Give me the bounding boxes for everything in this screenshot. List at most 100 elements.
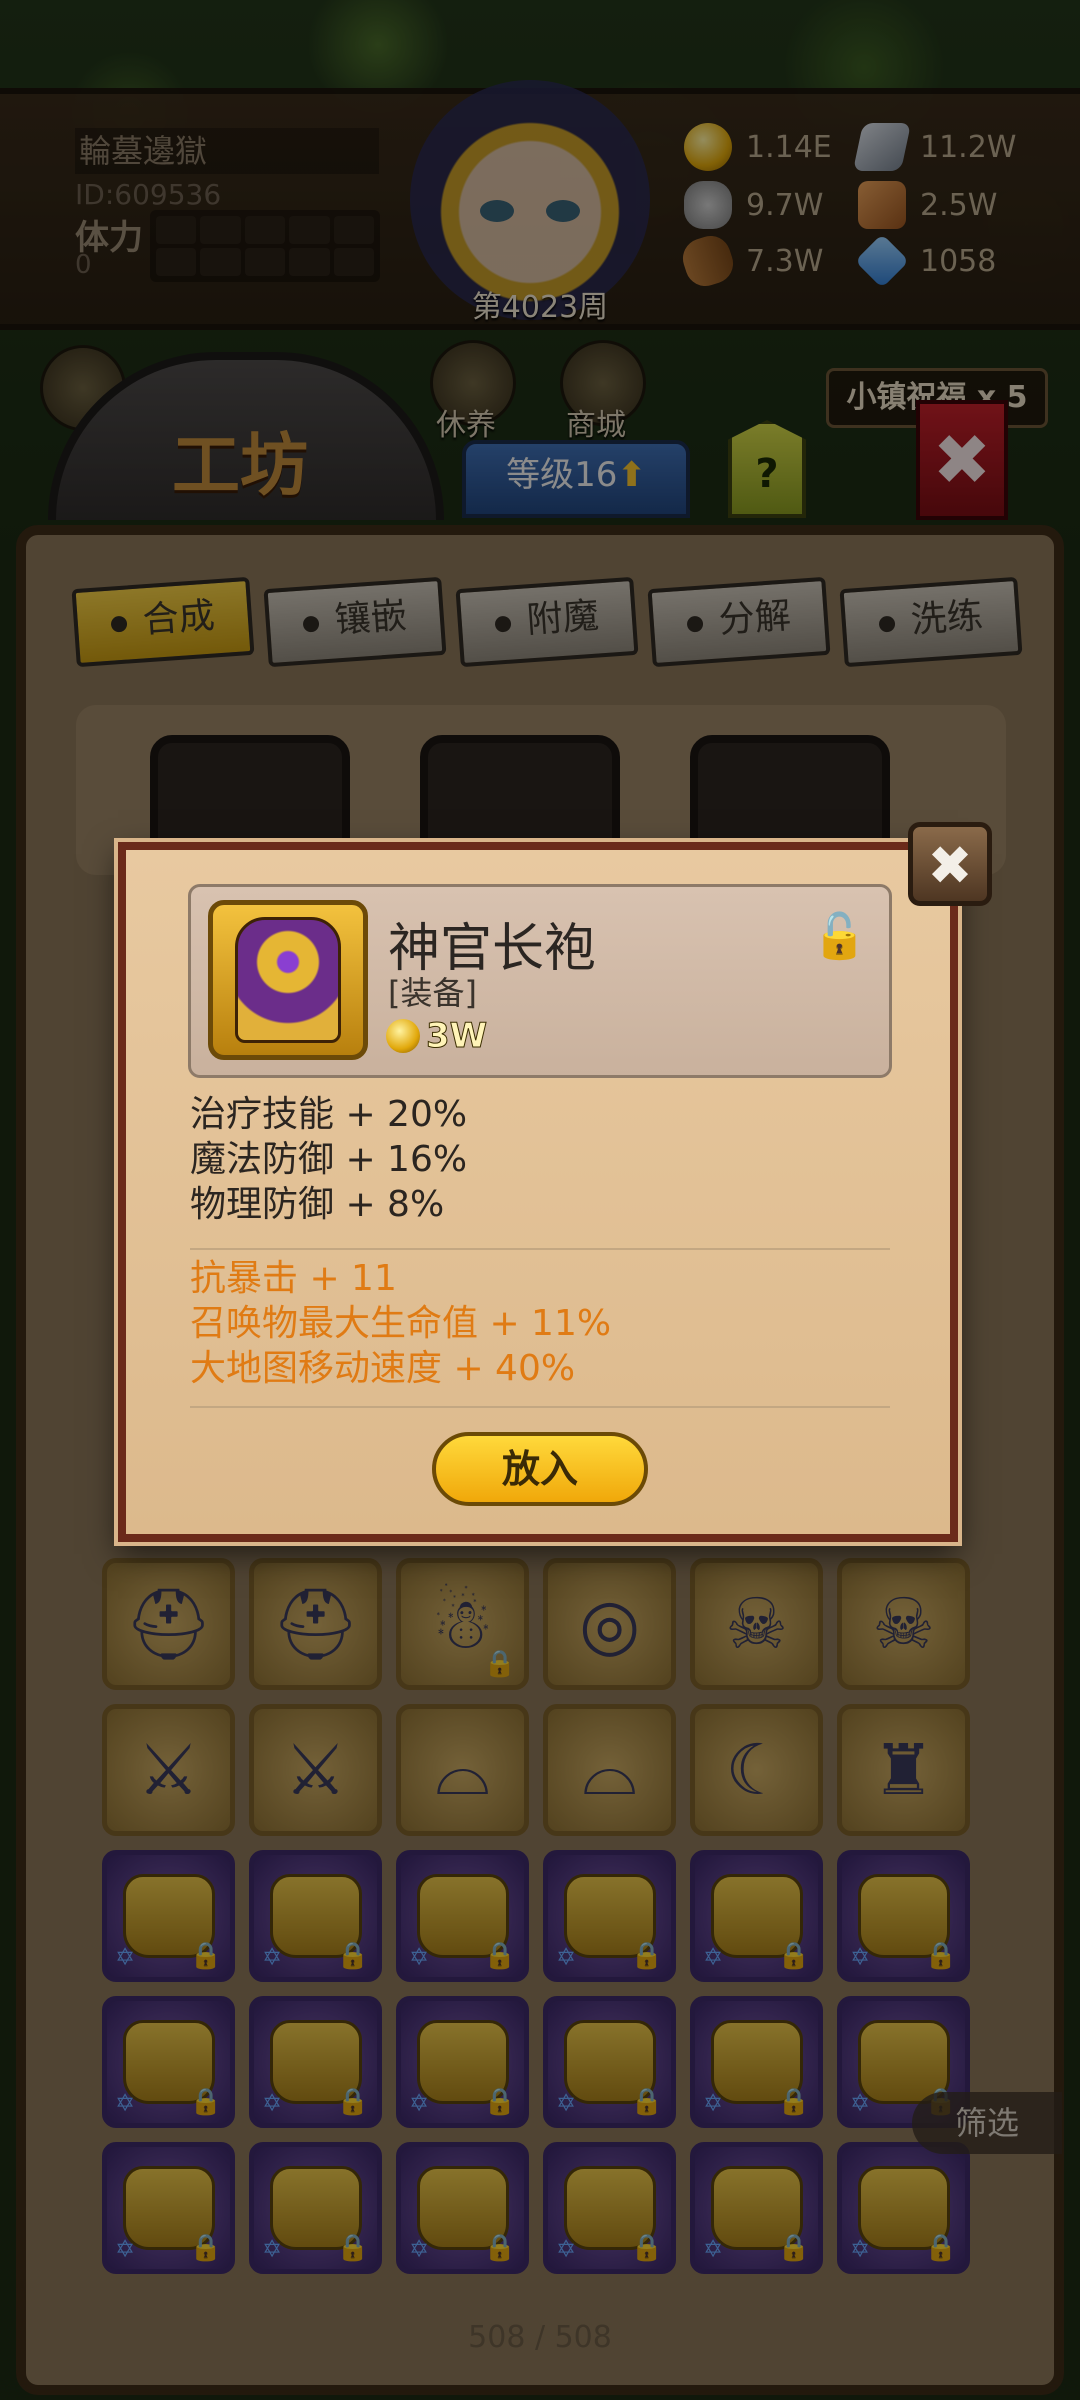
sword-icon: ⚔ (137, 1729, 200, 1811)
star-icon: ✡ (703, 2089, 724, 2117)
inventory-slot[interactable]: ⌓ (543, 1704, 676, 1836)
inventory-slot[interactable]: ✡🔒 (543, 1996, 676, 2128)
inventory-slot[interactable]: ✡🔒 (690, 1996, 823, 2128)
star-icon: ✡ (556, 2235, 577, 2263)
inventory-slot[interactable]: ⛑ (249, 1558, 382, 1690)
inventory-slot[interactable]: ✡🔒 (837, 1850, 970, 1982)
belt-icon: ⌓ (434, 1729, 491, 1811)
inventory-slot[interactable]: ✡🔒 (396, 1996, 529, 2128)
item-stats: 治疗技能 + 20% 魔法防御 + 16% 物理防御 + 8% (190, 1092, 467, 1227)
star-icon: ✡ (703, 1943, 724, 1971)
inventory-slot[interactable]: ✡🔒 (690, 1850, 823, 1982)
inventory-slot[interactable]: ✡🔒 (249, 1996, 382, 2128)
popup-close-button[interactable]: ✖ (908, 822, 992, 906)
item-price-value: 3W (425, 1016, 488, 1057)
resource-iron[interactable]: 11.2W (852, 122, 1017, 172)
star-icon: ✡ (262, 2089, 283, 2117)
inventory-slot[interactable]: ☾ (690, 1704, 823, 1836)
inventory-slot[interactable]: ✡🔒 (690, 2142, 823, 2274)
resource-crystal[interactable]: 1058 (854, 233, 997, 289)
tab-label: 分解 (717, 595, 793, 642)
star-icon: ✡ (115, 2235, 136, 2263)
tab-reforge[interactable]: 洗练 (839, 576, 1023, 668)
stone-icon (684, 181, 732, 229)
tab-enchant[interactable]: 附魔 (455, 576, 639, 668)
resource-wood-value: 7.3W (746, 243, 824, 279)
lock-icon: 🔒 (924, 1941, 957, 1971)
inventory-slot[interactable]: ✡🔒 (543, 1850, 676, 1982)
star-icon: ✡ (409, 1943, 430, 1971)
star-icon: ✡ (115, 1943, 136, 1971)
stats-divider (190, 1248, 890, 1250)
robe-icon: ♜ (872, 1729, 935, 1811)
inventory-slot[interactable]: ✡🔒 (249, 2142, 382, 2274)
put-in-button[interactable]: 放入 (432, 1432, 648, 1506)
shop-button[interactable]: 商城 (566, 400, 626, 444)
crescent-staff-icon: ☾ (725, 1729, 788, 1811)
star-icon: ✡ (409, 2235, 430, 2263)
inventory-slot[interactable]: ⌓ (396, 1704, 529, 1836)
inventory-slot[interactable]: ⚔ (249, 1704, 382, 1836)
star-icon: ✡ (115, 2089, 136, 2117)
helmet-icon: ⛑ (271, 1583, 360, 1665)
ring-icon: ◎ (578, 1583, 641, 1665)
inventory-slot[interactable]: ☠ (690, 1558, 823, 1690)
lock-icon: 🔒 (630, 1941, 663, 1971)
star-icon: ✡ (850, 2235, 871, 2263)
tab-label: 洗练 (909, 595, 985, 642)
resource-wood[interactable]: 7.3W (677, 230, 824, 292)
player-id: ID:609536 (75, 178, 222, 211)
wood-log-icon (677, 230, 739, 292)
resource-leather[interactable]: 2.5W (858, 180, 997, 230)
star-icon: ✡ (703, 2235, 724, 2263)
level-button[interactable]: 等级16⬆ (462, 440, 690, 518)
crystal-icon (854, 233, 910, 289)
inventory-slot[interactable]: ✡🔒 (837, 2142, 970, 2274)
resource-crystal-value: 1058 (920, 243, 997, 279)
lock-icon: 🔒 (483, 1649, 516, 1679)
star-icon: ✡ (850, 1943, 871, 1971)
player-avatar[interactable] (410, 80, 650, 320)
item-lock-toggle[interactable]: 🔓 (812, 912, 867, 962)
extra-stat: 召唤物最大生命值 + 11% (190, 1303, 612, 1344)
lock-icon: 🔒 (189, 2087, 222, 2117)
resource-iron-value: 11.2W (920, 129, 1017, 165)
inventory-slot[interactable]: ♜ (837, 1704, 970, 1836)
player-name[interactable]: 輪墓邊獄 (75, 128, 379, 174)
resource-stone[interactable]: 9.7W (684, 180, 823, 230)
resource-gold[interactable]: 1.14E (684, 122, 832, 172)
close-workshop-button[interactable]: ✖ (916, 400, 1008, 520)
inventory-slot[interactable]: ◎ (543, 1558, 676, 1690)
tab-inlay[interactable]: 镶嵌 (263, 576, 447, 668)
inventory-slot[interactable]: ⚔ (102, 1704, 235, 1836)
inventory-slot[interactable]: ✡🔒 (543, 2142, 676, 2274)
star-icon: ✡ (262, 2235, 283, 2263)
lock-icon: 🔒 (924, 2233, 957, 2263)
item-icon (208, 900, 368, 1060)
skull-staff-icon: ☠ (872, 1583, 935, 1665)
resource-leather-value: 2.5W (920, 187, 998, 223)
rest-button[interactable]: 休养 (436, 400, 496, 444)
tab-disassemble[interactable]: 分解 (647, 576, 831, 668)
stats-divider (190, 1406, 890, 1408)
week-counter: 第4023周 (471, 290, 609, 325)
gold-coin-icon (684, 123, 732, 171)
inventory-slot[interactable]: ⛑ (102, 1558, 235, 1690)
lock-icon: 🔒 (336, 1941, 369, 1971)
help-button[interactable]: ? (728, 420, 806, 518)
inventory-slot[interactable]: ✡🔒 (396, 1850, 529, 1982)
inventory-slot[interactable]: ☠ (837, 1558, 970, 1690)
inventory-slot[interactable]: ✡🔒 (102, 2142, 235, 2274)
filter-button[interactable]: 筛选 (912, 2092, 1062, 2154)
lock-icon: 🔒 (483, 1941, 516, 1971)
lock-icon: 🔒 (336, 2233, 369, 2263)
inventory-slot[interactable]: ✡🔒 (396, 2142, 529, 2274)
inventory-slot[interactable]: ✡🔒 (249, 1850, 382, 1982)
lock-icon: 🔒 (336, 2087, 369, 2117)
inventory-slot[interactable]: ☃ 🔒 (396, 1558, 529, 1690)
inventory-slot[interactable]: ✡🔒 (102, 1996, 235, 2128)
tab-synthesize[interactable]: 合成 (71, 576, 255, 668)
lock-icon: 🔒 (630, 2087, 663, 2117)
inventory-slot[interactable]: ✡🔒 (102, 1850, 235, 1982)
belt-icon: ⌓ (581, 1729, 638, 1811)
